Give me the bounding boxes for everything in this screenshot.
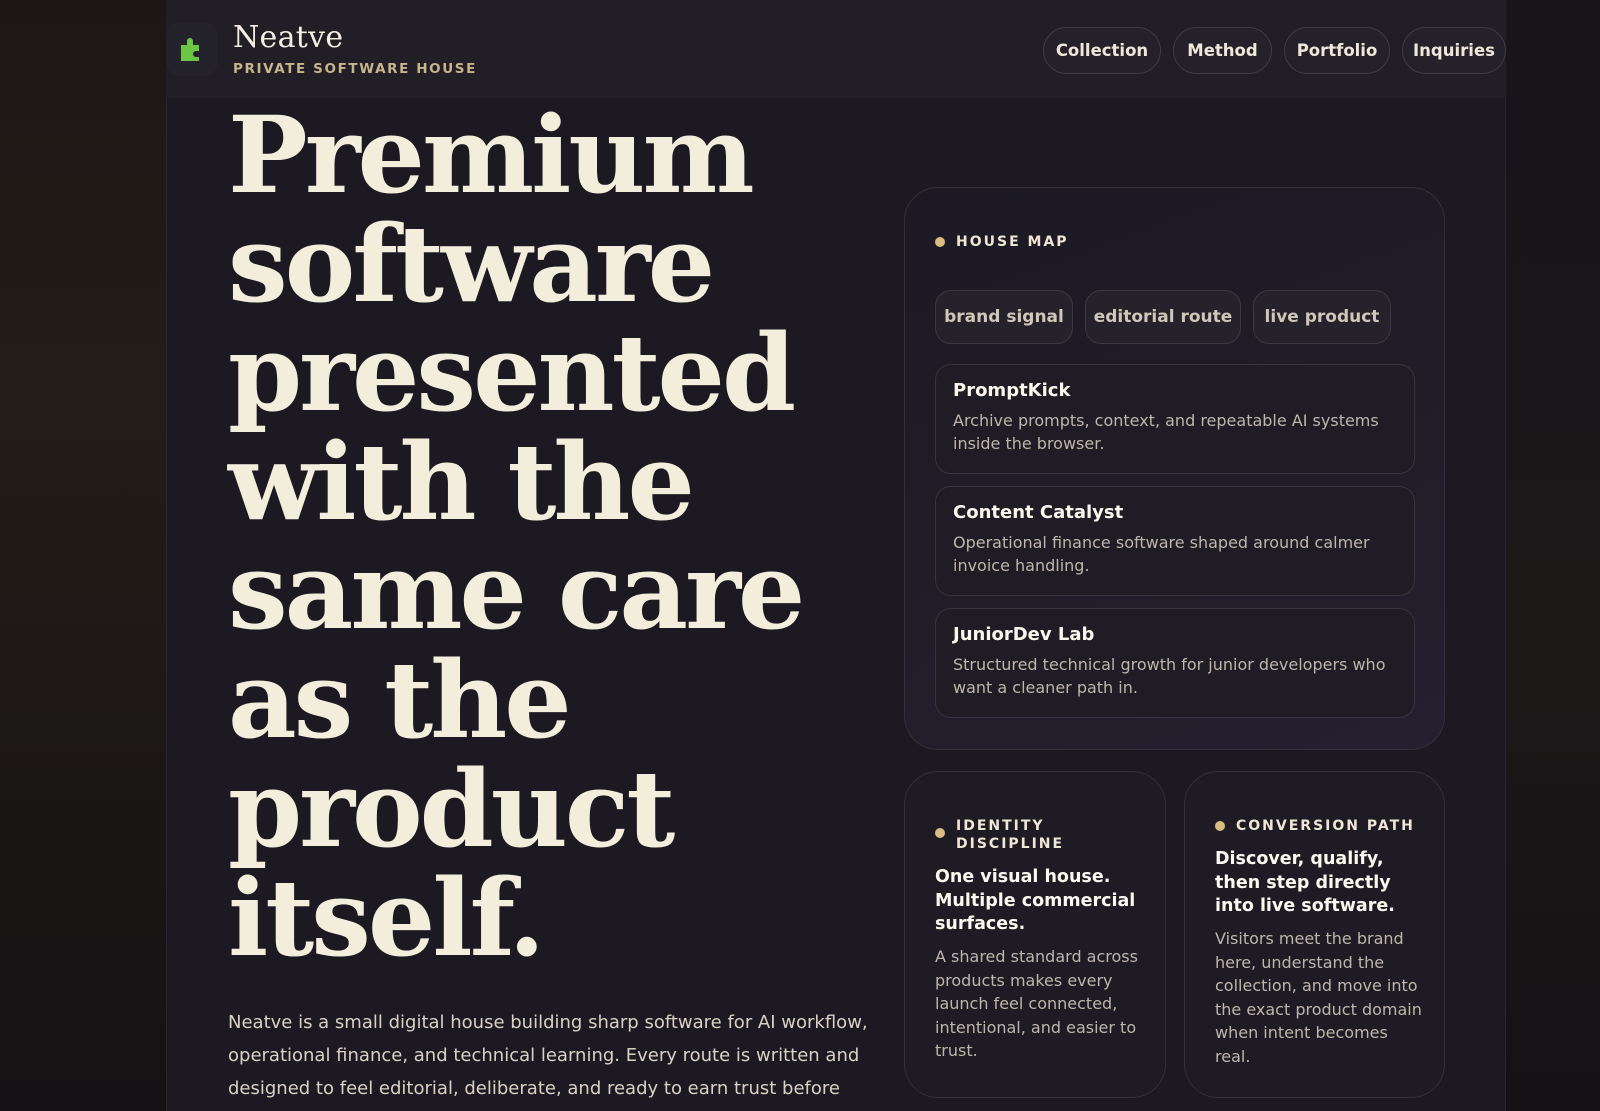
project-description: Operational finance software shaped arou… xyxy=(953,533,1370,575)
nav-inquiries[interactable]: Inquiries xyxy=(1402,27,1506,74)
bullet-dot-icon xyxy=(935,237,945,247)
hero-heading: Premium software presented with the same… xyxy=(228,100,868,972)
house-map-tags: brand signal editorial route live produc… xyxy=(935,290,1391,344)
project-description: Structured technical growth for junior d… xyxy=(953,655,1386,697)
identity-discipline-label: IDENTITY DISCIPLINE xyxy=(935,817,1064,853)
nav-portfolio[interactable]: Portfolio xyxy=(1284,27,1390,74)
tag-live-product[interactable]: live product xyxy=(1253,290,1391,344)
nav-collection[interactable]: Collection xyxy=(1043,27,1161,74)
identity-title: One visual house. Multiple commercial su… xyxy=(935,867,1136,934)
hero-line: software xyxy=(228,201,715,326)
conversion-description: Visitors meet the brand here, understand… xyxy=(1215,929,1422,1066)
nav-method[interactable]: Method xyxy=(1173,27,1272,74)
tag-editorial-route[interactable]: editorial route xyxy=(1085,290,1241,344)
hero-line: as the xyxy=(228,637,572,762)
hero-intro: Neatve is a small digital house building… xyxy=(228,1012,868,1099)
brand-logo[interactable] xyxy=(166,22,218,76)
conversion-path-label: CONVERSION PATH xyxy=(1215,817,1415,835)
house-map-label: HOUSE MAP xyxy=(935,233,1069,251)
project-card-content-catalyst[interactable]: Content Catalyst Operational finance sof… xyxy=(935,486,1415,596)
conversion-path-card: CONVERSION PATH Discover, qualify, then … xyxy=(1184,771,1445,1098)
identity-discipline-card: IDENTITY DISCIPLINE One visual house. Mu… xyxy=(904,771,1166,1098)
tag-brand-signal[interactable]: brand signal xyxy=(935,290,1073,344)
identity-description: A shared standard across products makes … xyxy=(935,947,1138,1060)
hero-line: Premium xyxy=(228,92,755,217)
hero-line: product xyxy=(228,746,675,871)
project-card-promptkick[interactable]: PromptKick Archive prompts, context, and… xyxy=(935,364,1415,474)
top-navigation: Collection Method Portfolio Inquiries xyxy=(1043,27,1506,74)
project-title: PromptKick xyxy=(953,380,1071,401)
hero-line: same care xyxy=(228,528,805,653)
puzzle-piece-icon xyxy=(181,38,199,61)
house-map-card: HOUSE MAP brand signal editorial route l… xyxy=(904,187,1445,750)
conversion-title: Discover, qualify, then step directly in… xyxy=(1215,849,1395,916)
page-backdrop-left xyxy=(0,0,166,1111)
project-title: JuniorDev Lab xyxy=(953,624,1095,645)
hero-line: with the xyxy=(228,419,695,544)
hero-line: itself. xyxy=(228,855,545,980)
project-card-juniordev-lab[interactable]: JuniorDev Lab Structured technical growt… xyxy=(935,608,1415,718)
brand-tagline: PRIVATE SOFTWARE HOUSE xyxy=(233,61,477,77)
brand-name[interactable]: Neatve xyxy=(233,20,343,55)
project-title: Content Catalyst xyxy=(953,502,1124,523)
hero-line: presented xyxy=(228,310,796,435)
bullet-dot-icon xyxy=(935,828,945,838)
bullet-dot-icon xyxy=(1215,821,1225,831)
project-description: Archive prompts, context, and repeatable… xyxy=(953,411,1379,453)
page-backdrop-right xyxy=(1506,0,1600,1111)
